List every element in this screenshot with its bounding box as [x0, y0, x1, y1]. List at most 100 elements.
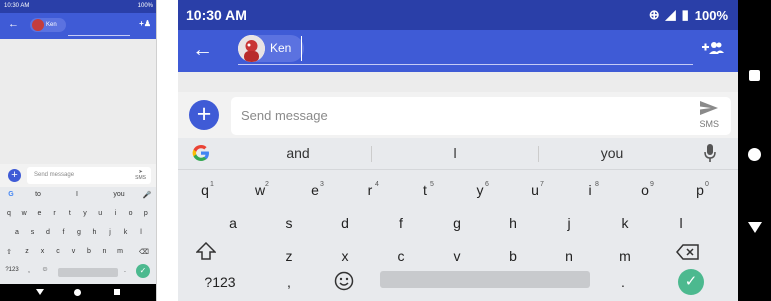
key-p[interactable]: p0 [685, 179, 715, 201]
send-button[interactable]: SMS [699, 101, 719, 129]
nav-back-icon[interactable] [748, 222, 762, 233]
small-key-n[interactable]: n [98, 248, 112, 255]
key-d[interactable]: d [330, 212, 360, 234]
small-key-t[interactable]: t [63, 210, 77, 217]
small-key-y[interactable]: y [78, 210, 92, 217]
small-key-e[interactable]: e [32, 210, 46, 217]
small-key-z[interactable]: z [20, 248, 34, 255]
add-people-icon[interactable] [702, 40, 724, 59]
suggestion-1[interactable]: and [258, 145, 338, 161]
small-symbols-key[interactable]: ?123 [3, 267, 21, 273]
small-key-m[interactable]: m [113, 248, 127, 255]
key-b[interactable]: b [498, 245, 528, 267]
small-plus-icon[interactable]: + [8, 169, 21, 182]
plus-icon[interactable]: + [189, 100, 219, 130]
key-s[interactable]: s [274, 212, 304, 234]
key-f[interactable]: f [386, 212, 416, 234]
key-n[interactable]: n [554, 245, 584, 267]
back-arrow-icon[interactable]: ← [192, 38, 213, 62]
google-icon[interactable] [192, 144, 210, 167]
small-suggestion-3[interactable]: you [108, 191, 130, 198]
symbols-key[interactable]: ?123 [200, 271, 240, 293]
key-z[interactable]: z [274, 245, 304, 267]
key-i[interactable]: i8 [575, 179, 605, 201]
key-a[interactable]: a [218, 212, 248, 234]
small-key-s[interactable]: s [26, 229, 40, 236]
key-w[interactable]: w2 [245, 179, 275, 201]
small-key-l[interactable]: l [134, 229, 148, 236]
small-key-r[interactable]: r [48, 210, 62, 217]
key-m[interactable]: m [610, 245, 640, 267]
small-key-g[interactable]: g [72, 229, 86, 236]
small-key-v[interactable]: v [67, 248, 81, 255]
small-key-c[interactable]: c [51, 248, 65, 255]
small-key-i[interactable]: i [108, 210, 122, 217]
small-key-j[interactable]: j [103, 229, 117, 236]
suggestion-2[interactable]: l [415, 145, 495, 161]
status-bar: 10:30 AM ⊕ ◢ ▮ 100% [178, 0, 738, 30]
key-e[interactable]: e3 [300, 179, 330, 201]
small-key-p[interactable]: p [139, 210, 153, 217]
small-key-q[interactable]: q [2, 210, 16, 217]
small-key-x[interactable]: x [36, 248, 50, 255]
small-mic-icon[interactable]: 🎤 [140, 191, 154, 199]
small-key-b[interactable]: b [82, 248, 96, 255]
key-k[interactable]: k [610, 212, 640, 234]
small-add-people-icon[interactable]: +♟ [139, 19, 151, 28]
small-key-k[interactable]: k [119, 229, 133, 236]
key-g[interactable]: g [442, 212, 472, 234]
small-emoji-icon[interactable]: ☺ [38, 266, 52, 273]
small-suggestion-1[interactable]: to [25, 191, 51, 198]
key-j[interactable]: j [554, 212, 584, 234]
key-h[interactable]: h [498, 212, 528, 234]
small-message-input[interactable]: Send message ➤ SMS [27, 167, 151, 184]
key-l[interactable]: l [666, 212, 696, 234]
small-key-h[interactable]: h [88, 229, 102, 236]
key-u[interactable]: u7 [520, 179, 550, 201]
small-key-u[interactable]: u [93, 210, 107, 217]
small-nav-recents-icon[interactable] [114, 289, 120, 295]
nav-home-icon[interactable] [748, 148, 761, 161]
key-v[interactable]: v [442, 245, 472, 267]
small-suggestion-2[interactable]: I [70, 191, 84, 198]
small-battery: 100% [137, 3, 153, 9]
small-period-key[interactable]: . [118, 267, 132, 274]
small-checkmark-icon[interactable]: ✓ [136, 264, 150, 278]
small-key-w[interactable]: w [17, 210, 31, 217]
small-key-d[interactable]: d [41, 229, 55, 236]
message-input[interactable]: Send message SMS [231, 97, 731, 135]
small-contact-chip[interactable]: Ken [30, 18, 66, 32]
key-o[interactable]: o9 [630, 179, 660, 201]
small-send-button[interactable]: ➤ SMS [135, 169, 146, 181]
nav-recents-icon[interactable] [749, 70, 760, 81]
small-back-arrow-icon[interactable]: ← [8, 18, 19, 30]
shift-icon[interactable] [195, 241, 217, 265]
period-key[interactable]: . [608, 271, 638, 293]
small-shift-icon[interactable]: ⇧ [2, 248, 16, 256]
key-y[interactable]: y6 [465, 179, 495, 201]
backspace-icon[interactable] [676, 244, 700, 265]
suggestion-3[interactable]: you [572, 145, 652, 161]
key-t[interactable]: t5 [410, 179, 440, 201]
small-google-icon[interactable]: G [4, 191, 18, 198]
key-c[interactable]: c [386, 245, 416, 267]
small-nav-home-icon[interactable] [74, 289, 81, 296]
key-q[interactable]: q1 [190, 179, 220, 201]
comma-key[interactable]: , [274, 271, 304, 293]
key-x[interactable]: x [330, 245, 360, 267]
small-nav-back-icon[interactable] [36, 289, 44, 295]
small-comma-key[interactable]: , [22, 267, 36, 274]
small-key-a[interactable]: a [10, 229, 24, 236]
small-key-f[interactable]: f [57, 229, 71, 236]
checkmark-icon[interactable]: ✓ [678, 269, 704, 295]
small-space-bar[interactable] [58, 268, 118, 277]
wifi-icon: ⊕ [648, 7, 660, 22]
key-e-number-hint: 3 [320, 181, 324, 188]
emoji-icon[interactable] [334, 271, 354, 296]
mic-icon[interactable] [704, 144, 716, 167]
key-r[interactable]: r4 [355, 179, 385, 201]
contact-chip[interactable]: Ken [238, 35, 304, 62]
small-key-o[interactable]: o [124, 210, 138, 217]
space-bar[interactable] [380, 271, 590, 288]
small-backspace-icon[interactable]: ⌫ [137, 248, 151, 256]
